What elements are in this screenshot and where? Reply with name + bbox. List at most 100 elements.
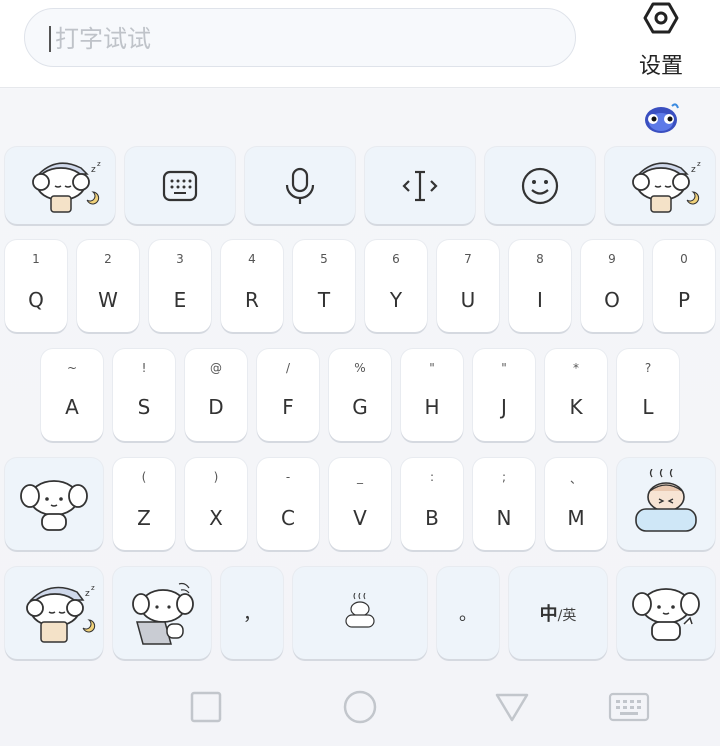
key-letter: K [569,395,583,419]
sticker-key-shift[interactable] [5,458,103,550]
key-c[interactable]: - C [257,458,319,550]
key-symbol: 3 [176,252,184,266]
key-symbol: ? [644,361,652,375]
period-key[interactable]: 。 [437,567,499,659]
key-l[interactable]: ? L [617,349,679,441]
key-symbol: 6 [392,252,400,266]
key-m[interactable]: 、 M [545,458,607,550]
key-o[interactable]: 9 O [581,240,643,332]
key-symbol: : [429,470,435,484]
period-label: 。 [459,604,477,625]
key-letter: Z [137,506,151,530]
settings-label: 设置 [638,54,683,79]
search-input[interactable] [55,9,555,68]
key-g[interactable]: % G [329,349,391,441]
key-letter: A [65,395,79,419]
bath-bear-space-icon [345,593,375,628]
key-letter: S [137,395,151,419]
key-symbol: " [501,361,507,375]
key-letter: E [173,288,187,312]
key-symbol: ; [501,470,507,484]
key-k[interactable]: * K [545,349,607,441]
key-x[interactable]: ) X [185,458,247,550]
search-box[interactable] [24,8,576,68]
key-n[interactable]: ; N [473,458,535,550]
key-symbol: 8 [536,252,544,266]
key-f[interactable]: / F [257,349,319,441]
key-p[interactable]: 0 P [653,240,715,332]
key-letter: O [604,288,620,312]
key-letter: F [282,395,294,419]
mascot-icon[interactable] [642,100,680,136]
key-q[interactable]: 1 Q [5,240,67,332]
key-symbol: 7 [464,252,472,266]
sleepy-bear-sticker-icon: z z [632,160,701,213]
key-letter: D [208,395,224,419]
key-letter: Y [389,288,403,312]
key-symbol: _ [357,470,363,484]
key-u[interactable]: 7 U [437,240,499,332]
cursor-move-key[interactable] [365,147,475,224]
key-b[interactable]: : B [401,458,463,550]
key-symbol: 0 [680,252,688,266]
key-symbol: ! [141,361,147,375]
back-icon[interactable] [494,692,530,724]
sticker-key-sleepy-left[interactable]: z z [5,147,115,224]
space-key[interactable] [293,567,427,659]
puppy-sticker-icon [632,588,700,641]
comma-key[interactable]: ， [221,567,283,659]
key-e[interactable]: 3 E [149,240,211,332]
microphone-icon [285,167,315,204]
key-w[interactable]: 2 W [77,240,139,332]
key-letter: Q [28,288,44,312]
key-symbol: " [429,361,435,375]
key-letter: L [642,395,654,419]
lang-en: 英 [562,608,577,624]
key-symbol: 、 [569,472,582,486]
key-letter: N [496,506,512,530]
key-symbol: ( [141,470,147,484]
key-r[interactable]: 4 R [221,240,283,332]
key-letter: C [281,506,295,530]
key-symbol: % [354,361,366,375]
sticker-key-sleepy-right[interactable]: z z [605,147,715,224]
key-letter: I [537,288,543,312]
key-symbol: 1 [32,252,40,266]
key-symbol: * [573,361,579,375]
sticker-key-numbers[interactable] [113,567,211,659]
keyboard-icon [162,170,198,201]
key-s[interactable]: ! S [113,349,175,441]
keyboard-switch-key[interactable] [125,147,235,224]
home-icon[interactable] [342,689,378,725]
key-symbol: - [285,470,291,484]
settings-hexagon-icon [643,2,679,34]
emoji-key[interactable] [485,147,595,224]
key-t[interactable]: 5 T [293,240,355,332]
key-letter: P [677,288,691,312]
text-cursor [49,26,51,52]
sticker-key-symbols[interactable]: z z [5,567,103,659]
svg-text:z: z [91,165,96,175]
key-v[interactable]: _ V [329,458,391,550]
sticker-key-backspace[interactable] [617,458,715,550]
key-d[interactable]: @ D [185,349,247,441]
language-switch-key[interactable]: 中/英 [509,567,607,659]
key-a[interactable]: ~ A [41,349,103,441]
key-z[interactable]: ( Z [113,458,175,550]
key-letter: M [567,506,585,530]
svg-text:z: z [85,589,90,599]
sleepy-bear-sticker-icon: z z [32,160,101,213]
settings-button[interactable]: 设置 [620,0,702,84]
key-letter: H [424,395,440,419]
key-j[interactable]: " J [473,349,535,441]
key-h[interactable]: " H [401,349,463,441]
voice-input-key[interactable] [245,147,355,224]
svg-text:z: z [697,160,701,168]
svg-text:z: z [97,160,101,168]
sticker-key-enter[interactable] [617,567,715,659]
key-i[interactable]: 8 I [509,240,571,332]
hide-keyboard-icon[interactable] [608,692,650,722]
key-letter: X [209,506,223,530]
key-y[interactable]: 6 Y [365,240,427,332]
recent-apps-icon[interactable] [190,691,222,723]
